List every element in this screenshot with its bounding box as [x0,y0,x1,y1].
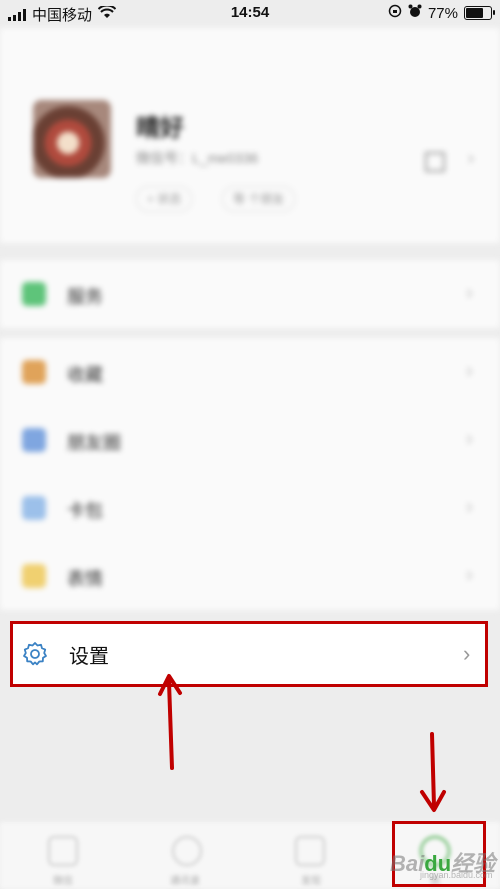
stickers-icon [22,564,46,588]
status-chip[interactable]: + 状态 [136,186,193,212]
menu-item-label: 朋友圈 [67,433,121,453]
battery-percent: 77% [427,4,458,22]
tab-label-chats: 微信 [53,876,73,887]
menu-group-main: 收藏 › 朋友圈 › 卡包 › 表情 › [0,338,500,610]
service-icon [22,282,46,306]
menu-group-services: 服务 › [0,260,500,328]
menu-item-label: 表情 [67,569,103,589]
chat-icon[interactable] [48,836,78,866]
avatar[interactable] [33,100,111,178]
alarm-icon [408,4,422,22]
status-bar: 中国移动 14:54 77% [0,0,500,28]
chevron-right-icon: › [466,564,473,586]
cards-icon [22,496,46,520]
chevron-right-icon: › [463,641,471,666]
discover-icon[interactable] [295,836,325,866]
moments-icon [22,428,46,452]
tab-label-contacts: 通讯录 [170,876,200,887]
menu-item-settings[interactable]: 设置 › [10,621,488,687]
chevron-right-icon: › [466,496,473,518]
chevron-right-icon: › [466,428,473,450]
menu-item-favorites[interactable]: 收藏 › [0,338,500,406]
friends-chip[interactable]: 等 个朋友 [222,186,296,212]
tab-label-discover: 发现 [301,876,321,887]
contacts-icon[interactable] [172,836,202,866]
menu-item-moments[interactable]: 朋友圈 › [0,406,500,474]
chevron-right-icon: › [466,282,473,304]
wechat-id: 微信号：L_me0336 [136,150,259,166]
favorites-icon [22,360,46,384]
red-arrow-down-annotation [420,732,446,812]
profile-header[interactable]: 晴好 微信号：L_me0336 › + 状态 等 个朋友 [0,28,500,243]
gear-icon [21,640,49,668]
baidu-watermark-url: jingyan.baidu.com [420,870,493,880]
qr-code-icon[interactable] [425,152,445,172]
nickname: 晴好 [136,115,184,142]
red-arrow-up-annotation [158,674,182,770]
menu-item-label: 卡包 [67,501,103,521]
chevron-right-icon: › [466,360,473,382]
menu-item-cards[interactable]: 卡包 › [0,474,500,542]
menu-item-service[interactable]: 服务 › [0,260,500,328]
blurred-content: 晴好 微信号：L_me0336 › + 状态 等 个朋友 服务 › 收藏 › 朋… [0,28,500,610]
battery-icon [464,6,495,20]
menu-item-stickers[interactable]: 表情 › [0,542,500,610]
settings-label: 设置 [69,646,109,668]
lock-rotation-icon [388,4,402,22]
chevron-right-icon: › [468,148,474,168]
menu-item-label: 服务 [67,287,103,307]
menu-item-label: 收藏 [67,365,103,385]
